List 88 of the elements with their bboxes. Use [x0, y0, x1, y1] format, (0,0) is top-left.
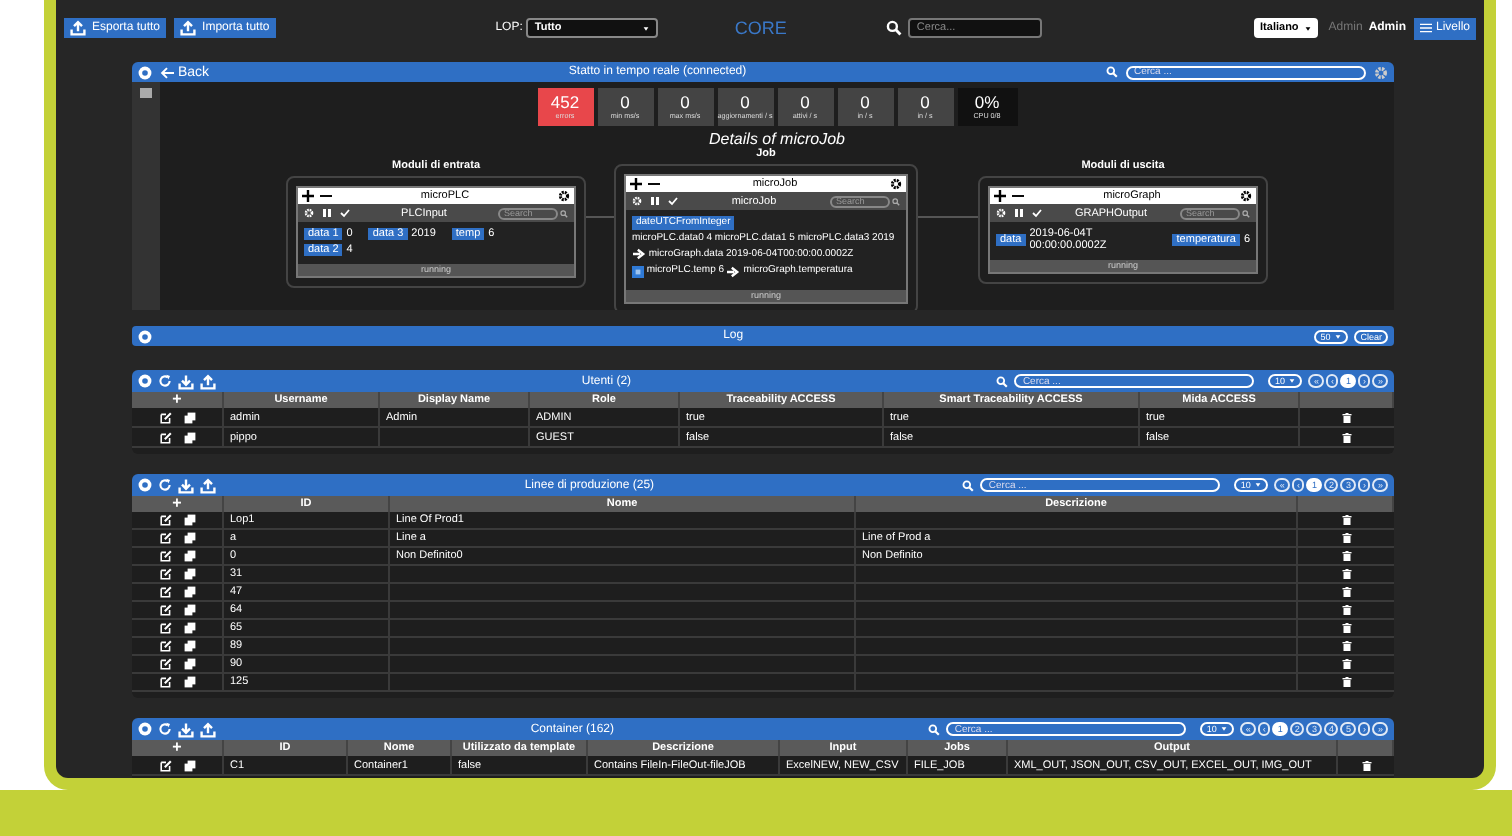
circle-icon[interactable] [138, 722, 152, 736]
trash-icon[interactable] [1341, 550, 1351, 562]
pause-icon[interactable] [1014, 208, 1024, 218]
details-title: Details of microJob [708, 130, 846, 148]
edit-icon[interactable] [159, 550, 171, 562]
edit-icon[interactable] [159, 676, 171, 688]
edit-icon[interactable] [159, 514, 171, 526]
trash-icon[interactable] [1341, 658, 1351, 670]
add-button[interactable]: + [172, 392, 182, 408]
stat-value: 0 [620, 94, 630, 112]
trash-icon[interactable] [1341, 604, 1351, 616]
search-icon [962, 479, 975, 491]
trash-icon[interactable] [1341, 640, 1351, 652]
trash-icon[interactable] [1341, 514, 1351, 526]
check-icon[interactable] [1032, 208, 1042, 218]
plus-icon[interactable] [302, 190, 314, 202]
download-icon[interactable] [178, 721, 194, 737]
pause-icon[interactable] [322, 208, 332, 218]
search-icon [1106, 66, 1118, 78]
search-icon [1242, 209, 1250, 217]
add-button[interactable]: + [172, 740, 182, 756]
edit-icon[interactable] [159, 532, 171, 544]
minus-icon[interactable] [1012, 190, 1024, 202]
trash-icon[interactable] [1341, 676, 1351, 688]
trash-icon[interactable] [1341, 568, 1351, 580]
check-icon[interactable] [668, 196, 678, 206]
stat-value: 0 [920, 94, 930, 112]
download-icon[interactable] [178, 373, 194, 389]
edit-icon[interactable] [159, 568, 171, 580]
circle-icon[interactable] [138, 329, 152, 343]
stat-value: 452 [550, 94, 580, 112]
search-icon [928, 723, 941, 735]
stat-value: 0 [860, 94, 870, 112]
search-icon [886, 20, 903, 36]
refresh-icon[interactable] [158, 722, 172, 736]
upload-icon[interactable] [200, 721, 216, 737]
circle-icon[interactable] [138, 374, 152, 388]
plus-icon[interactable] [994, 190, 1006, 202]
add-button[interactable]: + [172, 496, 182, 512]
stat-value: 0 [800, 94, 810, 112]
trash-icon[interactable] [1341, 532, 1351, 544]
circle-icon[interactable] [138, 478, 152, 492]
stat-value: 0 [680, 94, 690, 112]
settings-icon[interactable] [890, 178, 902, 190]
search-icon [892, 197, 900, 205]
menu-icon [1419, 22, 1432, 34]
edit-icon[interactable] [159, 411, 171, 423]
back-arrow-icon [160, 65, 174, 79]
stat-value: 0 [740, 94, 750, 112]
settings-icon[interactable] [558, 190, 570, 202]
settings-icon[interactable] [1240, 190, 1252, 202]
caret-icon [1334, 333, 1343, 339]
copy-icon[interactable] [183, 759, 195, 771]
edit-icon[interactable] [159, 640, 171, 652]
circle-icon[interactable] [138, 65, 152, 79]
upload-icon[interactable] [200, 477, 216, 493]
arrow-icon [726, 265, 741, 278]
check-icon[interactable] [340, 208, 350, 218]
caret-icon [1254, 482, 1263, 488]
download-icon[interactable] [178, 477, 194, 493]
trash-icon[interactable] [1361, 759, 1371, 771]
upload-icon[interactable] [70, 20, 86, 36]
arrow-icon [632, 248, 646, 261]
plus-icon[interactable] [630, 178, 642, 190]
trash-icon[interactable] [1341, 586, 1351, 598]
search-icon [560, 209, 568, 217]
stat-value: 0% [974, 94, 1000, 112]
minus-icon[interactable] [648, 178, 660, 190]
edit-icon[interactable] [159, 622, 171, 634]
edit-icon[interactable] [159, 759, 171, 771]
upload-icon[interactable] [180, 20, 197, 36]
trash-icon[interactable] [1342, 411, 1352, 423]
square-icon [632, 265, 644, 278]
search-icon [996, 375, 1009, 387]
minus-icon[interactable] [320, 190, 332, 202]
caret-icon [1220, 726, 1229, 732]
refresh-icon[interactable] [158, 478, 172, 492]
trash-icon[interactable] [1341, 622, 1351, 634]
pause-icon[interactable] [650, 196, 660, 206]
refresh-icon[interactable] [158, 374, 172, 388]
brand-title: CORE [734, 18, 787, 38]
edit-icon[interactable] [159, 604, 171, 616]
edit-icon[interactable] [159, 658, 171, 670]
upload-icon[interactable] [200, 373, 216, 389]
edit-icon[interactable] [159, 586, 171, 598]
edit-icon[interactable] [159, 431, 171, 443]
trash-icon[interactable] [1342, 431, 1352, 443]
caret-icon [1288, 378, 1297, 384]
